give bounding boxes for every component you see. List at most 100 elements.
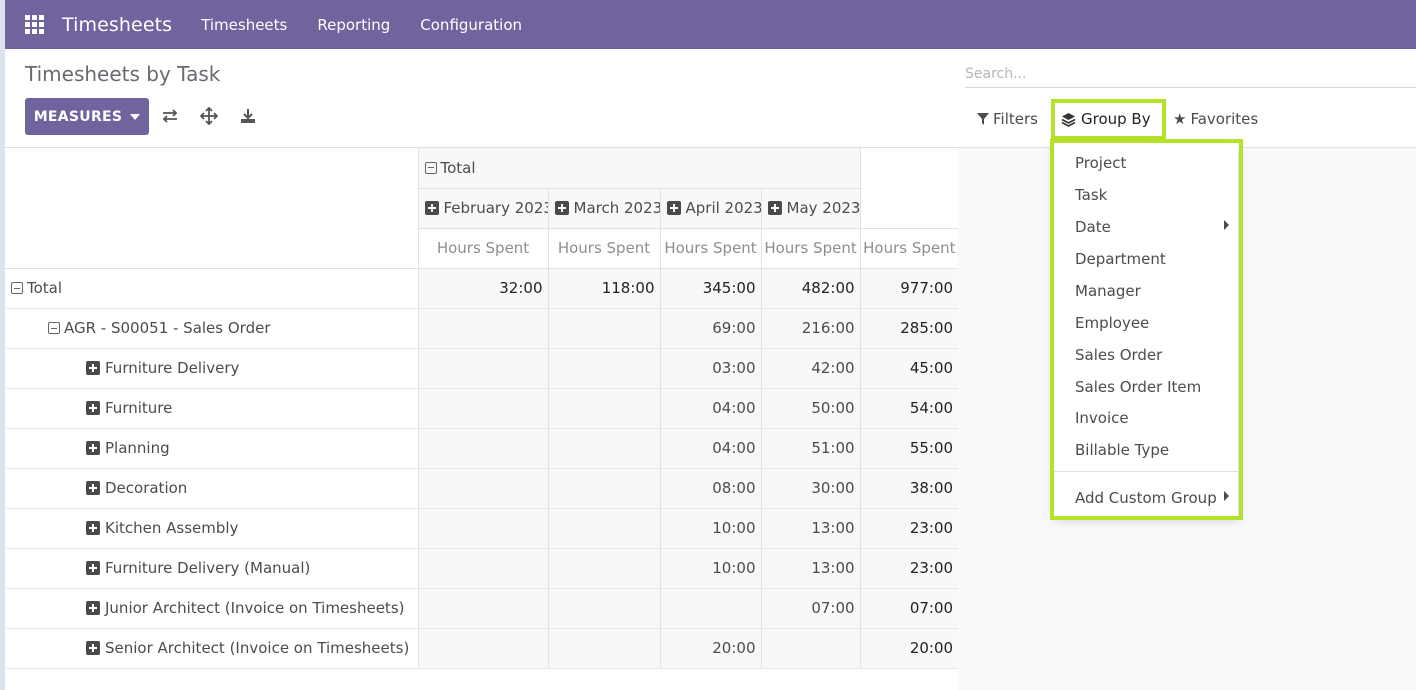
pivot-cell[interactable]: 04:00 (659, 428, 761, 469)
pivot-cell[interactable]: 42:00 (760, 348, 861, 389)
pivot-cell[interactable] (547, 348, 660, 389)
pivot-cell[interactable]: 13:00 (760, 508, 861, 549)
search-input[interactable] (965, 61, 1416, 87)
col-header-total[interactable]: Total (417, 148, 861, 189)
pivot-cell[interactable] (547, 508, 660, 549)
caret-down-icon (130, 113, 141, 120)
nav-reporting[interactable]: Reporting (302, 16, 405, 34)
pivot-cell[interactable]: 51:00 (760, 428, 861, 469)
col-header-month[interactable]: February 2023 (417, 188, 549, 229)
favorites-button[interactable]: ★ Favorites (1173, 105, 1258, 133)
pivot-cell[interactable] (417, 548, 548, 589)
pivot-cell[interactable]: 32:00 (417, 268, 548, 309)
pivot-cell[interactable]: 118:00 (547, 268, 660, 309)
pivot-row-total[interactable]: 23:00 (859, 548, 959, 589)
pivot-cell[interactable] (417, 308, 548, 349)
measure-header[interactable]: Hours Spent (859, 228, 959, 269)
pivot-cell[interactable]: 482:00 (760, 268, 861, 309)
pivot-cell[interactable] (760, 628, 861, 669)
row-header-label: Decoration (105, 479, 188, 497)
pivot-cell[interactable] (417, 428, 548, 469)
collapse-icon (11, 282, 23, 294)
row-header[interactable]: Kitchen Assembly (5, 508, 418, 549)
row-header[interactable]: Furniture (5, 388, 418, 429)
search-bar (965, 61, 1416, 88)
nav-timesheets[interactable]: Timesheets (186, 16, 302, 34)
measures-button[interactable]: MEASURES (25, 98, 149, 135)
row-header[interactable]: Total (5, 268, 418, 309)
pivot-row-total[interactable]: 23:00 (859, 508, 959, 549)
pivot-row: Kitchen Assembly 10:00 13:00 23:00 (5, 508, 959, 549)
row-header-label: Furniture Delivery (105, 359, 240, 377)
pivot-cell[interactable]: 03:00 (659, 348, 761, 389)
pivot-row: Furniture Delivery 03:00 42:00 45:00 (5, 348, 959, 389)
pivot-row-total[interactable]: 54:00 (859, 388, 959, 429)
filters-button[interactable]: Filters (977, 105, 1038, 133)
row-header[interactable]: Senior Architect (Invoice on Timesheets) (5, 628, 418, 669)
pivot-cell[interactable]: 30:00 (760, 468, 861, 509)
pivot-row-total[interactable]: 20:00 (859, 628, 959, 669)
pivot-cell[interactable] (417, 388, 548, 429)
pivot-cell[interactable]: 07:00 (760, 588, 861, 629)
pivot-cell[interactable]: 50:00 (760, 388, 861, 429)
pivot-cell[interactable]: 04:00 (659, 388, 761, 429)
pivot-cell[interactable]: 345:00 (659, 268, 761, 309)
pivot-cell[interactable] (417, 468, 548, 509)
pivot-row: Decoration 08:00 30:00 38:00 (5, 468, 959, 509)
row-header[interactable]: Furniture Delivery (Manual) (5, 548, 418, 589)
col-header-month[interactable]: March 2023 (547, 188, 661, 229)
row-header[interactable]: Planning (5, 428, 418, 469)
measure-header[interactable]: Hours Spent (760, 228, 861, 269)
pivot-body: Total 32:00 118:00 345:00 482:00 977:00 AGR - … (5, 268, 959, 669)
pivot-row-total[interactable]: 45:00 (859, 348, 959, 389)
pivot-cell[interactable] (659, 588, 761, 629)
apps-grid-icon[interactable] (25, 14, 45, 35)
top-navbar: Timesheets Timesheets Reporting Configur… (5, 0, 1416, 49)
pivot-row-total[interactable]: 55:00 (859, 428, 959, 469)
pivot-row: Total 32:00 118:00 345:00 482:00 977:00 (5, 268, 959, 309)
expand-icon (424, 201, 439, 215)
pivot-cell[interactable] (547, 588, 660, 629)
pivot-row-total[interactable]: 285:00 (859, 308, 959, 349)
col-header-month-label: March 2023 (573, 199, 661, 217)
expand-icon (666, 201, 681, 215)
col-header-month[interactable]: May 2023 (760, 188, 861, 229)
pivot-cell[interactable]: 10:00 (659, 548, 761, 589)
pivot-cell[interactable] (417, 588, 548, 629)
pivot-cell[interactable]: 69:00 (659, 308, 761, 349)
pivot-cell[interactable]: 13:00 (760, 548, 861, 589)
nav-configuration[interactable]: Configuration (405, 16, 537, 34)
measure-header[interactable]: Hours Spent (659, 228, 761, 269)
pivot-cell[interactable] (417, 628, 548, 669)
pivot-cell[interactable]: 08:00 (659, 468, 761, 509)
expand-icon (554, 201, 569, 215)
app-brand[interactable]: Timesheets (62, 14, 172, 36)
col-header-month[interactable]: April 2023 (659, 188, 761, 229)
row-header[interactable]: AGR - S00051 - Sales Order (5, 308, 418, 349)
pivot-cell[interactable]: 20:00 (659, 628, 761, 669)
pivot-cell[interactable] (547, 468, 660, 509)
row-header-label: Senior Architect (Invoice on Timesheets) (105, 639, 410, 657)
pivot-cell[interactable] (547, 388, 660, 429)
col-header-month-label: February 2023 (443, 199, 549, 217)
measure-header[interactable]: Hours Spent (417, 228, 548, 269)
favorites-label: Favorites (1190, 110, 1259, 128)
pivot-cell[interactable] (547, 548, 660, 589)
row-header[interactable]: Decoration (5, 468, 418, 509)
pivot-cell[interactable] (417, 348, 548, 389)
expand-all-icon[interactable] (199, 106, 219, 126)
row-header[interactable]: Furniture Delivery (5, 348, 418, 389)
row-header[interactable]: Junior Architect (Invoice on Timesheets) (5, 588, 418, 629)
pivot-cell[interactable] (547, 628, 660, 669)
flip-axis-icon[interactable] (160, 106, 180, 126)
pivot-cell[interactable] (417, 508, 548, 549)
pivot-row-total[interactable]: 07:00 (859, 588, 959, 629)
download-icon[interactable] (238, 106, 258, 126)
pivot-cell[interactable]: 10:00 (659, 508, 761, 549)
pivot-cell[interactable]: 216:00 (760, 308, 861, 349)
pivot-cell[interactable] (547, 308, 660, 349)
pivot-row-total[interactable]: 977:00 (859, 268, 959, 309)
measure-header[interactable]: Hours Spent (547, 228, 660, 269)
pivot-cell[interactable] (547, 428, 660, 469)
pivot-row-total[interactable]: 38:00 (859, 468, 959, 509)
